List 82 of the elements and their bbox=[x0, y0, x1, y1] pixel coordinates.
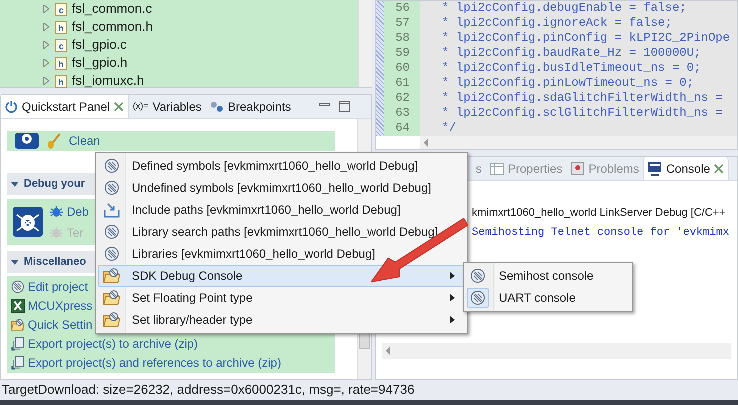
console-line: Semihosting Telnet console for 'evkmimx bbox=[472, 226, 730, 241]
menu-item[interactable]: Set Floating Point type bbox=[98, 287, 465, 309]
file-name[interactable]: fsl_common.h bbox=[72, 17, 153, 37]
menu-item[interactable]: Undefined symbols [evkmimxrt1060_hello_world Debug] bbox=[98, 177, 465, 199]
power-icon bbox=[5, 100, 18, 113]
header-file-icon: h bbox=[55, 74, 67, 88]
folder-icon bbox=[11, 318, 25, 332]
folder-icon bbox=[103, 268, 121, 284]
line-number: 57 bbox=[394, 16, 411, 31]
breakpoints-icon bbox=[210, 100, 224, 112]
panel-tab[interactable]: Breakpoints bbox=[206, 95, 296, 118]
code-line: * lpi2cConfig.debugEnable = false; bbox=[441, 1, 688, 16]
header-file-icon: h bbox=[55, 20, 67, 34]
code-line: * lpi2cConfig.busIdleTimeout_ns = 0; bbox=[441, 61, 702, 76]
monitor-icon bbox=[648, 162, 662, 176]
left-arrow-icon[interactable] bbox=[386, 347, 391, 355]
line-number: 58 bbox=[394, 31, 411, 46]
section-header[interactable]: Debug your bbox=[24, 176, 86, 192]
file-name[interactable]: fsl_common.c bbox=[72, 0, 152, 19]
c-file-icon: c bbox=[55, 2, 67, 16]
line-number: 59 bbox=[394, 46, 411, 61]
code-line: * lpi2cConfig.sdaGlitchFilterWidth_ns = bbox=[441, 91, 724, 106]
link[interactable]: Deb bbox=[67, 202, 90, 220]
expand-arrow-icon[interactable] bbox=[42, 77, 50, 85]
expand-arrow-icon[interactable] bbox=[42, 41, 50, 49]
section-header[interactable]: Miscellaneo bbox=[24, 254, 86, 270]
scrollbar[interactable] bbox=[358, 0, 372, 87]
maximize-icon[interactable] bbox=[339, 100, 351, 112]
left-arrow-icon[interactable] bbox=[424, 138, 429, 146]
folder-icon bbox=[103, 312, 121, 328]
header-file-icon: h bbox=[55, 56, 67, 70]
menu-item[interactable]: SDK Debug Console bbox=[98, 265, 465, 287]
export-icon bbox=[11, 336, 25, 350]
horizontal-scrollbar[interactable] bbox=[382, 343, 731, 359]
expand-arrow-icon[interactable] bbox=[42, 5, 50, 13]
collapse-arrow-icon[interactable] bbox=[11, 180, 19, 188]
expand-arrow-icon[interactable] bbox=[42, 23, 50, 31]
panel-tab[interactable]: (x)= Variables bbox=[129, 95, 206, 118]
folder-icon bbox=[103, 290, 121, 306]
code-line: * lpi2cConfig.ignoreAck = false; bbox=[441, 16, 674, 31]
collapse-arrow-icon[interactable] bbox=[11, 258, 19, 266]
code-line: * lpi2cConfig.pinConfig = kLPI2C_2PinOpe bbox=[441, 31, 732, 46]
c-file-icon: c bbox=[55, 38, 67, 52]
panel-tab[interactable]: Quickstart Panel bbox=[1, 95, 130, 118]
console-line: kmimxrt1060_hello_world LinkServer Debug [C/C++ bbox=[472, 206, 727, 221]
file-name[interactable]: fsl_gpio.h bbox=[72, 53, 128, 73]
link[interactable]: Edit project bbox=[28, 278, 88, 296]
panel-tab[interactable]: Console bbox=[643, 157, 730, 180]
line-number: 63 bbox=[394, 106, 411, 121]
horizontal-scrollbar[interactable] bbox=[420, 136, 737, 149]
link[interactable]: Clean bbox=[69, 132, 100, 150]
code-line: * lpi2cConfig.baudRate_Hz = 100000U; bbox=[441, 46, 702, 61]
link[interactable]: MCUXpress bbox=[28, 296, 93, 314]
spreadsheet-icon bbox=[11, 298, 25, 312]
line-number: 60 bbox=[394, 61, 411, 76]
close-icon[interactable] bbox=[714, 164, 724, 174]
code-line: * lpi2cConfig.sclGlitchFilterWidth_ns = bbox=[441, 106, 724, 121]
problems-icon bbox=[570, 162, 585, 176]
menu-item[interactable]: Include paths [evkmimxrt1060_hello_world Debug] bbox=[98, 199, 465, 221]
export-icon bbox=[11, 356, 25, 370]
menu-item[interactable]: Semihost console bbox=[466, 265, 630, 287]
broom-icon bbox=[47, 133, 61, 149]
close-icon[interactable] bbox=[114, 102, 124, 112]
table-icon bbox=[490, 162, 504, 174]
menu-item[interactable]: Library search paths [evkmimxrt1060_hello_world Debug] bbox=[98, 221, 465, 243]
menu-item[interactable]: Defined symbols [evkmimxrt1060_hello_world Debug] bbox=[98, 155, 465, 177]
link[interactable]: Quick Settin bbox=[28, 316, 93, 334]
line-number: 56 bbox=[394, 1, 411, 16]
line-number: 61 bbox=[394, 76, 411, 91]
link[interactable]: Export project(s) to archive (zip) bbox=[28, 334, 198, 352]
line-number: 64 bbox=[394, 121, 411, 136]
code-line: */ bbox=[441, 121, 458, 136]
code-line: * lpi2cConfig.pinLowTimeout_ns = 0; bbox=[441, 76, 696, 91]
menu-item[interactable]: Set library/header type bbox=[98, 309, 465, 331]
line-number: 62 bbox=[394, 91, 411, 106]
file-name[interactable]: fsl_iomuxc.h bbox=[72, 71, 144, 91]
file-name[interactable]: fsl_gpio.c bbox=[72, 35, 127, 55]
menu-item[interactable]: Libraries [evkmimxrt1060_hello_world Debug] bbox=[98, 243, 465, 265]
expand-arrow-icon[interactable] bbox=[42, 59, 50, 67]
include-icon bbox=[104, 202, 120, 218]
link[interactable]: Export project(s) and references to archive (zip) bbox=[28, 354, 282, 372]
menu-item[interactable]: UART console bbox=[466, 287, 630, 309]
